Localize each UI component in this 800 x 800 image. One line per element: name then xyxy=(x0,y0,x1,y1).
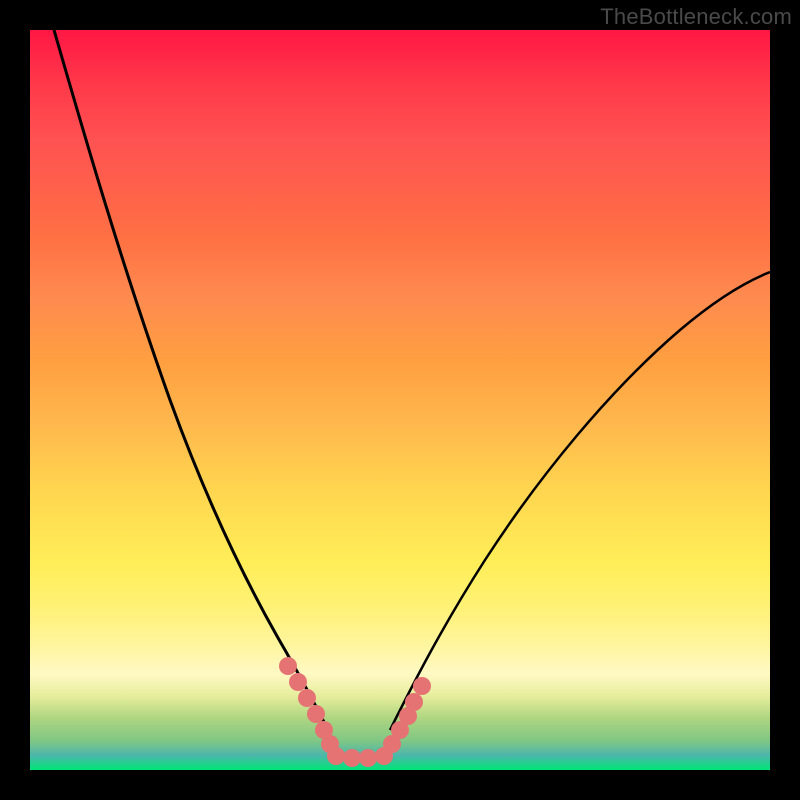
watermark-text: TheBottleneck.com xyxy=(600,4,792,30)
right-branch-curve xyxy=(390,272,770,730)
left-branch-curve xyxy=(54,30,328,730)
highlight-dots xyxy=(279,657,431,767)
curve-layer xyxy=(30,30,770,770)
chart-frame xyxy=(30,30,770,770)
